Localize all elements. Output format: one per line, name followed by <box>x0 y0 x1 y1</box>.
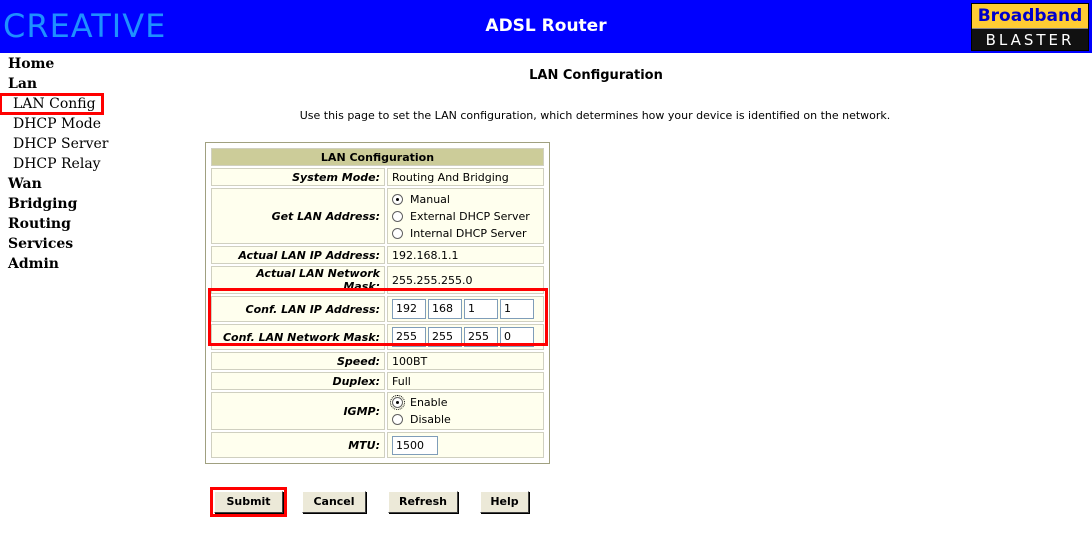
actual-ip-label: Actual LAN IP Address: <box>211 246 385 264</box>
radio-external-dhcp-button[interactable] <box>392 210 403 222</box>
actual-mask-label: Actual LAN Network Mask: <box>211 266 385 294</box>
radio-manual-label: Manual <box>410 192 450 206</box>
get-lan-address-options: Manual External DHCP Server Internal DHC… <box>387 188 544 244</box>
nav-wan[interactable]: Wan <box>0 174 140 194</box>
actual-ip-value: 192.168.1.1 <box>387 246 544 264</box>
speed-label: Speed: <box>211 352 385 370</box>
cancel-button[interactable]: Cancel <box>302 491 366 513</box>
nav-lan-config[interactable]: LAN Config <box>0 93 104 115</box>
radio-igmp-disable[interactable]: Disable <box>392 411 539 428</box>
conf-mask-label: Conf. LAN Network Mask: <box>211 324 385 350</box>
system-mode-value: Routing And Bridging <box>387 168 544 186</box>
conf-ip-octet-2[interactable]: 168 <box>428 299 462 319</box>
conf-mask-octet-1[interactable]: 255 <box>392 327 426 347</box>
nav-dhcp-mode[interactable]: DHCP Mode <box>0 114 140 134</box>
radio-igmp-disable-label: Disable <box>410 413 451 426</box>
nav-dhcp-server[interactable]: DHCP Server <box>0 134 140 154</box>
brand-top-text: Broadband <box>972 4 1088 28</box>
nav-home[interactable]: Home <box>0 54 140 74</box>
duplex-value: Full <box>387 372 544 390</box>
help-button[interactable]: Help <box>480 491 529 513</box>
nav-lan[interactable]: Lan <box>0 74 140 94</box>
duplex-label: Duplex: <box>211 372 385 390</box>
radio-manual-button[interactable] <box>392 193 403 205</box>
sidebar-nav: Home Lan LAN Config DHCP Mode DHCP Serve… <box>0 54 140 274</box>
conf-mask-octet-2[interactable]: 255 <box>428 327 462 347</box>
radio-internal-dhcp[interactable]: Internal DHCP Server <box>392 225 539 242</box>
nav-dhcp-relay[interactable]: DHCP Relay <box>0 154 140 174</box>
broadband-blaster-logo: Broadband BLASTER <box>971 3 1089 51</box>
nav-bridging[interactable]: Bridging <box>0 194 140 214</box>
conf-ip-octet-1[interactable]: 192 <box>392 299 426 319</box>
radio-external-dhcp[interactable]: External DHCP Server <box>392 208 539 225</box>
header-bar: CREATIVE ADSL Router Broadband BLASTER <box>0 0 1092 53</box>
conf-ip-label: Conf. LAN IP Address: <box>211 296 385 322</box>
mtu-field-cell: 1500 <box>387 432 544 458</box>
refresh-button[interactable]: Refresh <box>388 491 458 513</box>
brand-bottom-text: BLASTER <box>972 28 1088 50</box>
page-title: LAN Configuration <box>529 68 663 83</box>
radio-igmp-enable-label: Enable <box>410 396 448 409</box>
radio-internal-dhcp-button[interactable] <box>392 227 403 239</box>
radio-external-dhcp-label: External DHCP Server <box>410 209 530 223</box>
igmp-label: IGMP: <box>211 392 385 430</box>
conf-ip-octet-4[interactable]: 1 <box>500 299 534 319</box>
table-title: LAN Configuration <box>211 148 544 166</box>
radio-igmp-enable-button[interactable] <box>390 395 405 410</box>
actual-mask-value: 255.255.255.0 <box>387 266 544 294</box>
nav-admin[interactable]: Admin <box>0 254 140 274</box>
conf-mask-octet-3[interactable]: 255 <box>464 327 498 347</box>
get-lan-address-label: Get LAN Address: <box>211 188 385 244</box>
nav-routing[interactable]: Routing <box>0 214 140 234</box>
app-title: ADSL Router <box>485 16 607 36</box>
radio-manual[interactable]: Manual <box>392 191 539 208</box>
radio-igmp-disable-button[interactable] <box>392 414 403 425</box>
conf-mask-octet-4[interactable]: 0 <box>500 327 534 347</box>
nav-services[interactable]: Services <box>0 234 140 254</box>
radio-internal-dhcp-label: Internal DHCP Server <box>410 226 527 240</box>
mtu-input[interactable]: 1500 <box>392 435 438 455</box>
mtu-label: MTU: <box>211 432 385 458</box>
speed-value: 100BT <box>387 352 544 370</box>
lan-config-table: LAN Configuration System Mode: Routing A… <box>205 142 550 464</box>
conf-ip-fields: 192 168 1 1 <box>387 296 544 322</box>
conf-ip-octet-3[interactable]: 1 <box>464 299 498 319</box>
conf-mask-fields: 255 255 255 0 <box>387 324 544 350</box>
radio-igmp-enable[interactable]: Enable <box>390 394 539 411</box>
submit-button[interactable]: Submit <box>214 491 283 513</box>
igmp-options: Enable Disable <box>387 392 544 430</box>
system-mode-label: System Mode: <box>211 168 385 186</box>
page-description: Use this page to set the LAN configurati… <box>299 109 891 122</box>
